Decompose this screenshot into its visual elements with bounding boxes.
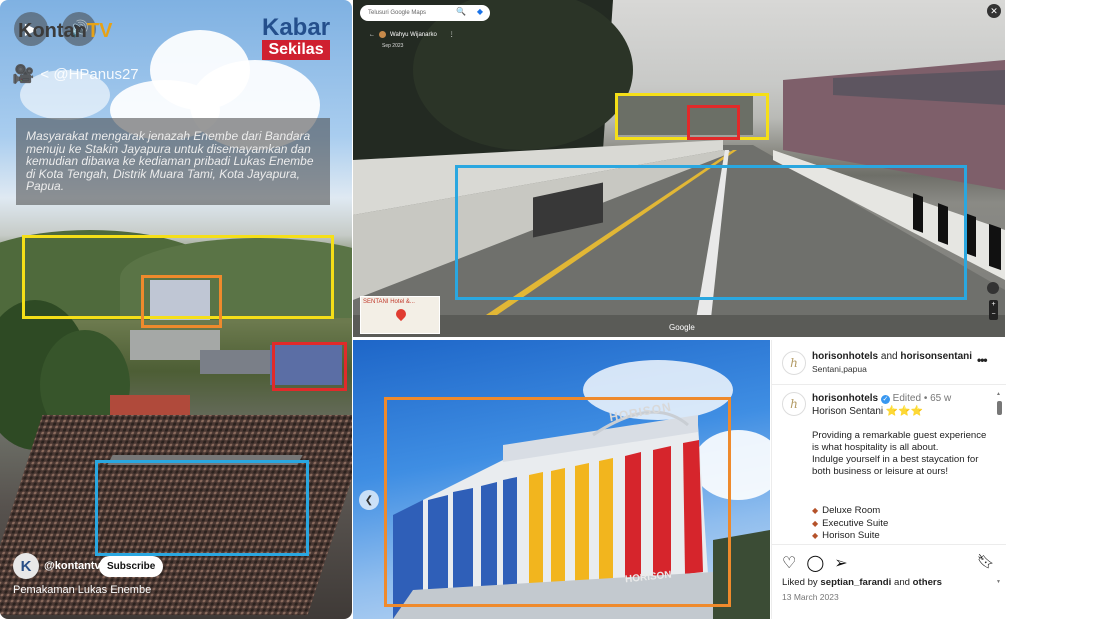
short-video-panel: ▶ 🔊 KontanTV Kabar Sekilas 🎥 < @HPanus27…: [0, 0, 352, 619]
post-authors: horisonhotels and horisonsentani: [812, 351, 972, 362]
diamond-icon: ◆: [812, 518, 819, 528]
google-watermark: Google: [669, 323, 695, 332]
scrollbar-thumb[interactable]: [997, 401, 1002, 415]
search-placeholder: Telusuri Google Maps: [368, 10, 427, 16]
logo-text: Kontan: [18, 20, 87, 42]
list-item-label: Deluxe Room: [822, 505, 881, 516]
caption-scrollbar[interactable]: ▲ ▼: [996, 389, 1002, 585]
zoom-controls[interactable]: + −: [989, 300, 998, 320]
kabar-sekilas-badge: Kabar Sekilas: [262, 14, 331, 60]
kontan-tv-logo: KontanTV: [18, 20, 112, 43]
barrier-stripe: [989, 223, 1001, 271]
highlight-red-box: [687, 105, 740, 140]
subscribe-button[interactable]: Subscribe: [99, 556, 164, 577]
post-user-line: horisonhotels ✓ Edited • 65 w: [812, 393, 951, 404]
liked-others-link[interactable]: others: [913, 577, 942, 588]
close-icon: ✕: [990, 5, 998, 16]
post-avatar[interactable]: h: [782, 392, 806, 416]
more-options-icon[interactable]: •••: [977, 353, 988, 367]
compass-icon[interactable]: [987, 282, 999, 294]
close-button[interactable]: ✕: [987, 4, 1001, 18]
bookmark-icon[interactable]: 🔖︎: [977, 553, 995, 570]
post-date: 13 March 2023: [782, 592, 839, 602]
more-vert-icon[interactable]: ⋮: [449, 31, 455, 38]
liked-user-link[interactable]: septian_farandi: [820, 577, 891, 588]
caption-paragraph-1: Providing a remarkable guest experience …: [812, 430, 987, 453]
directions-icon[interactable]: ◆: [477, 7, 483, 16]
share-icon[interactable]: ➢: [834, 553, 847, 573]
building-roof: [200, 350, 270, 374]
author-link-1[interactable]: horisonhotels: [812, 351, 878, 362]
divider: [772, 384, 1006, 385]
list-item: ◆ Horison Suite: [812, 530, 888, 543]
handle-text: < @HPanus27: [40, 66, 139, 83]
list-item: ◆ Deluxe Room: [812, 505, 888, 518]
badge-line1: Kabar: [262, 14, 331, 41]
scroll-up-icon[interactable]: ▲: [996, 391, 1001, 397]
instagram-post-panel: h horisonhotels and horisonsentani Senta…: [771, 340, 1006, 619]
capture-date: Sep 2023: [382, 43, 404, 49]
maps-search-input[interactable]: Telusuri Google Maps 🔍 ◆: [360, 5, 490, 21]
highlight-blue-box: [95, 460, 309, 556]
minimap-label: SENTANI Hotel &...: [363, 299, 415, 305]
header-avatar[interactable]: h: [782, 351, 806, 375]
photo-owner[interactable]: ← Wahyu Wijanarko ⋮: [369, 31, 455, 38]
owner-avatar: [379, 31, 386, 38]
map-pin-icon: [393, 306, 409, 322]
highlight-orange-box: [141, 275, 222, 328]
video-title: Pemakaman Lukas Enembe: [13, 584, 152, 596]
author-separator: and: [878, 351, 901, 362]
channel-avatar[interactable]: K: [13, 553, 39, 579]
minimap[interactable]: SENTANI Hotel &...: [360, 296, 440, 334]
post-caption: Providing a remarkable guest experience …: [812, 430, 992, 478]
horison-logo-icon: h: [790, 397, 798, 411]
badge-line2: Sekilas: [262, 40, 331, 60]
list-item-label: Horison Suite: [822, 530, 880, 541]
comment-icon[interactable]: ◯: [806, 553, 824, 573]
divider: [772, 544, 1006, 545]
chevron-left-icon: ❮: [364, 494, 374, 506]
liked-prefix: Liked by: [782, 577, 821, 588]
scroll-down-icon[interactable]: ▼: [996, 579, 1001, 585]
highlight-orange-box: [384, 397, 731, 607]
street-view-panel[interactable]: Telusuri Google Maps 🔍 ◆ ← Wahyu Wijanar…: [353, 0, 1005, 337]
caption-paragraph-2: Indulge yourself in a best staycation fo…: [812, 454, 979, 477]
channel-name[interactable]: @kontantv: [44, 560, 101, 572]
liked-by-line: Liked by septian_farandi and others: [782, 577, 942, 588]
post-title: Horison Sentani ⭐⭐⭐: [812, 406, 924, 417]
post-username[interactable]: horisonhotels: [812, 393, 878, 404]
horison-logo-icon: h: [790, 356, 798, 370]
list-item-label: Executive Suite: [822, 517, 889, 529]
liked-separator: and: [891, 577, 913, 588]
source-handle: 🎥 < @HPanus27: [12, 64, 139, 85]
search-icon[interactable]: 🔍: [456, 7, 466, 16]
previous-slide-button[interactable]: ❮: [359, 490, 379, 510]
diamond-icon: ◆: [812, 506, 819, 515]
post-meta: Edited • 65 w: [889, 393, 952, 404]
owner-name: Wahyu Wijanarko: [390, 31, 437, 38]
post-location[interactable]: Sentani,papua: [812, 364, 867, 374]
logo-accent: TV: [86, 20, 113, 42]
highlight-red-box: [272, 342, 347, 391]
list-item: ◆ Executive Suite: [812, 518, 888, 531]
hotel-photo-panel: HORISON HORISON ❮: [353, 340, 770, 619]
back-arrow-icon[interactable]: ←: [369, 32, 375, 38]
video-caption: Masyarakat mengarak jenazah Enembe dari …: [16, 118, 330, 205]
room-list: ◆ Deluxe Room ◆ Executive Suite ◆ Horison S…: [812, 505, 888, 543]
author-link-2[interactable]: horisonsentani: [900, 351, 972, 362]
heart-icon[interactable]: ♡: [782, 553, 796, 573]
camera-icon: 🎥: [12, 64, 35, 84]
diamond-icon: ◆: [812, 531, 819, 540]
highlight-blue-box: [455, 165, 967, 300]
verified-badge-icon: ✓: [880, 395, 890, 404]
post-actions: ♡ ◯ ➢: [782, 553, 848, 573]
